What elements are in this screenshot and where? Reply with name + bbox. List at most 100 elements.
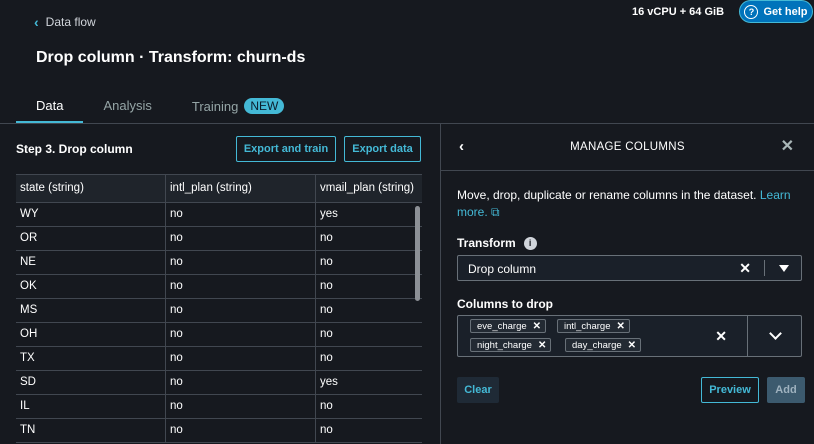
panel-title: MANAGE COLUMNS	[570, 141, 685, 153]
back-to-data-flow-link[interactable]: ‹ Data flow	[34, 15, 96, 29]
table-row: TX no no	[16, 347, 422, 371]
panel-divider	[440, 124, 441, 444]
cell-vmail-plan: yes	[320, 208, 338, 220]
manage-columns-header: ‹ MANAGE COLUMNS ✕	[441, 124, 814, 171]
table-row: OR no no	[16, 227, 422, 251]
get-help-label: Get help	[763, 5, 808, 18]
cell-vmail-plan: no	[320, 400, 333, 412]
tab-analysis-label: Analysis	[103, 98, 152, 113]
preview-button[interactable]: Preview	[701, 377, 759, 403]
table-row: TN no no	[16, 419, 422, 443]
columns-to-drop-label: Columns to drop	[457, 297, 553, 311]
compute-resources: 16 vCPU + 64 GiB	[632, 6, 725, 18]
new-badge: NEW	[244, 98, 285, 114]
caret-down-icon[interactable]	[779, 265, 789, 272]
external-link-icon: ⧉	[491, 205, 500, 219]
tab-bar: Data Analysis Training NEW	[16, 93, 304, 124]
remove-chip-icon[interactable]: ✕	[616, 321, 624, 332]
cell-state: SD	[16, 371, 166, 394]
chip-label: night_charge	[477, 339, 532, 351]
cell-intl-plan: no	[166, 227, 316, 250]
add-button[interactable]: Add	[767, 377, 805, 403]
cell-intl-plan: no	[166, 203, 316, 226]
question-icon: ?	[744, 4, 759, 19]
chip-eve-charge[interactable]: eve_charge ✕	[470, 319, 547, 333]
clear-selection-icon[interactable]: ✕	[739, 260, 751, 277]
select-divider	[764, 260, 765, 276]
chip-label: eve_charge	[477, 320, 527, 332]
step-title: Step 3. Drop column	[16, 142, 133, 156]
cell-vmail-plan: no	[320, 424, 333, 436]
chip-label: day_charge	[572, 339, 622, 351]
cell-state: OR	[16, 227, 166, 250]
cell-intl-plan: no	[166, 251, 316, 274]
cell-vmail-plan: no	[320, 352, 333, 364]
table-header: state (string) intl_plan (string) vmail_…	[16, 174, 422, 203]
cell-vmail-plan: yes	[320, 376, 338, 388]
tab-training-label: Training	[191, 99, 239, 114]
back-link-label: Data flow	[45, 15, 96, 29]
cell-vmail-plan: no	[320, 232, 333, 244]
page-title: Drop column · Transform: churn-ds	[36, 49, 306, 66]
cell-intl-plan: no	[166, 371, 316, 394]
cell-state: WY	[16, 203, 166, 226]
clear-all-icon[interactable]: ✕	[715, 328, 727, 345]
cell-vmail-plan: no	[320, 304, 333, 316]
tab-analysis[interactable]: Analysis	[83, 93, 171, 123]
export-data-button[interactable]: Export data	[344, 136, 421, 162]
info-icon[interactable]: i	[523, 236, 537, 250]
cell-vmail-plan: no	[320, 256, 333, 268]
cell-intl-plan: no	[166, 323, 316, 346]
column-header-intl-plan[interactable]: intl_plan (string)	[166, 175, 316, 202]
chip-day-charge[interactable]: day_charge ✕	[565, 338, 642, 352]
remove-chip-icon[interactable]: ✕	[538, 340, 546, 351]
cell-state: TX	[16, 347, 166, 370]
multiselect-divider	[747, 316, 748, 356]
cell-state: OK	[16, 275, 166, 298]
cell-state: NE	[16, 251, 166, 274]
tab-data-label: Data	[36, 98, 64, 113]
chip-label: intl_charge	[564, 320, 611, 332]
cell-intl-plan: no	[166, 275, 316, 298]
cell-intl-plan: no	[166, 419, 316, 442]
get-help-button[interactable]: ? Get help	[739, 0, 813, 23]
transform-label: Transform i	[457, 236, 537, 250]
close-icon[interactable]: ✕	[781, 136, 794, 156]
remove-chip-icon[interactable]: ✕	[628, 340, 636, 351]
chevron-down-icon[interactable]	[769, 327, 782, 340]
transform-select-value: Drop column	[468, 262, 537, 276]
cell-state: TN	[16, 419, 166, 442]
columns-to-drop-multiselect[interactable]: eve_charge ✕ intl_charge ✕ night_charge ✕ d…	[457, 315, 802, 357]
cell-state: OH	[16, 323, 166, 346]
export-and-train-button[interactable]: Export and train	[236, 136, 336, 162]
transform-select[interactable]: Drop column ✕	[457, 255, 802, 281]
data-table: state (string) intl_plan (string) vmail_…	[16, 174, 422, 444]
tab-training[interactable]: Training NEW	[172, 93, 304, 123]
tab-data[interactable]: Data	[16, 93, 84, 124]
chip-night-charge[interactable]: night_charge ✕	[470, 338, 552, 352]
transform-label-text: Transform	[457, 236, 516, 250]
table-scrollbar[interactable]	[415, 206, 420, 301]
table-body: WY no yes OR no no NE no no OK no no MS no no OH no no TX n…	[16, 203, 422, 443]
cell-vmail-plan: no	[320, 280, 333, 292]
table-row: SD no yes	[16, 371, 422, 395]
column-header-vmail-plan[interactable]: vmail_plan (string)	[316, 175, 422, 202]
table-row: NE no no	[16, 251, 422, 275]
cell-intl-plan: no	[166, 347, 316, 370]
panel-description: Move, drop, duplicate or rename columns …	[457, 187, 802, 221]
cell-state: MS	[16, 299, 166, 322]
chevron-left-icon: ‹	[34, 14, 39, 30]
cell-state: IL	[16, 395, 166, 418]
table-row: OH no no	[16, 323, 422, 347]
table-row: MS no no	[16, 299, 422, 323]
cell-vmail-plan: no	[320, 328, 333, 340]
description-text: Move, drop, duplicate or rename columns …	[457, 188, 757, 202]
column-header-state[interactable]: state (string)	[16, 175, 166, 202]
clear-button[interactable]: Clear	[457, 377, 499, 403]
cell-intl-plan: no	[166, 395, 316, 418]
remove-chip-icon[interactable]: ✕	[533, 321, 541, 332]
table-row: WY no yes	[16, 203, 422, 227]
cell-intl-plan: no	[166, 299, 316, 322]
chip-intl-charge[interactable]: intl_charge ✕	[557, 319, 630, 333]
columns-to-drop-text: Columns to drop	[457, 297, 553, 311]
